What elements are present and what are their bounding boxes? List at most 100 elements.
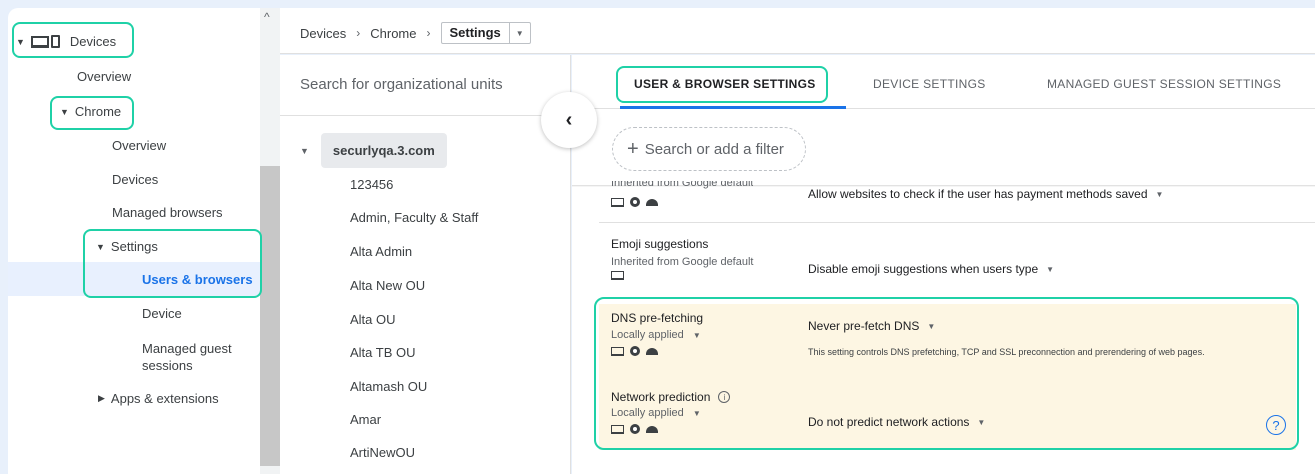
caret-down-icon: ▼	[96, 241, 105, 252]
nav-item-apps-extensions[interactable]: ▶ Apps & extensions	[98, 391, 219, 406]
dropdown-arrow-icon: ▼	[1046, 264, 1055, 274]
android-icon	[646, 425, 658, 433]
breadcrumb-settings-dropdown[interactable]: Settings ▼	[440, 22, 531, 44]
setting-source: Inherited from Google default	[611, 181, 754, 189]
settings-panel: USER & BROWSER SETTINGS DEVICE SETTINGS …	[572, 55, 1315, 474]
scroll-up-icon[interactable]: ^	[264, 10, 270, 24]
breadcrumb: Devices › Chrome › Settings ▼	[300, 22, 531, 44]
org-unit-search[interactable]: Search for organizational units	[300, 76, 503, 93]
laptop-icon	[611, 346, 624, 356]
active-tab-indicator	[620, 106, 846, 109]
setting-name: Emoji suggestions	[611, 237, 709, 251]
platform-icons	[611, 197, 658, 207]
dropdown-arrow-icon: ▼	[692, 331, 701, 340]
help-icon[interactable]: ?	[1266, 415, 1286, 435]
left-nav: ▼ Devices Overview ▼ Chrome Overview Dev…	[8, 8, 280, 474]
nav-item-overview[interactable]: Overview	[77, 69, 131, 84]
org-unit-item[interactable]: Alta New OU	[350, 278, 425, 293]
dropdown-arrow-icon: ▼	[1155, 189, 1164, 199]
tab-bar: USER & BROWSER SETTINGS DEVICE SETTINGS …	[572, 55, 1315, 109]
org-unit-item[interactable]: Alta Admin	[350, 244, 412, 259]
nav-item-settings[interactable]: ▼ Settings	[96, 239, 158, 254]
org-unit-item[interactable]: 123456	[350, 177, 393, 192]
setting-value: Never pre-fetch DNS	[808, 319, 920, 333]
platform-icons	[611, 346, 658, 356]
setting-value: Allow websites to check if the user has …	[808, 187, 1148, 201]
breadcrumb-current-label: Settings	[442, 23, 510, 43]
setting-name-wrap: Network prediction i	[611, 390, 731, 404]
setting-source: Locally applied	[611, 329, 684, 341]
setting-source-dropdown[interactable]: Locally applied ▼	[611, 407, 701, 419]
nav-item-managed-guest-sessions[interactable]: Managed guest sessions	[142, 340, 232, 374]
nav-label-settings: Settings	[110, 239, 158, 254]
breadcrumb-separator-icon: ›	[356, 26, 361, 40]
breadcrumb-bar: Devices › Chrome › Settings ▼	[280, 8, 1315, 54]
breadcrumb-devices[interactable]: Devices	[300, 26, 346, 41]
nav-label-managed-guest-1: Managed guest	[142, 341, 232, 356]
chrome-icon	[630, 346, 640, 356]
setting-name: Network prediction	[611, 390, 711, 404]
android-icon	[646, 347, 658, 355]
laptop-icon	[611, 424, 624, 434]
dropdown-arrow-icon[interactable]: ▼	[510, 29, 530, 38]
divider	[599, 222, 1315, 223]
admin-console: ▼ Devices Overview ▼ Chrome Overview Dev…	[0, 0, 1315, 474]
breadcrumb-chrome[interactable]: Chrome	[370, 26, 416, 41]
setting-source-dropdown[interactable]: Locally applied ▼	[611, 329, 701, 341]
plus-icon: +	[627, 137, 639, 160]
info-icon[interactable]: i	[718, 391, 731, 403]
org-unit-item[interactable]: Alta OU	[350, 312, 396, 327]
collapse-chevron-icon[interactable]: ‹	[541, 92, 597, 148]
nav-item-device[interactable]: Device	[142, 306, 182, 321]
setting-description: This setting controls DNS prefetching, T…	[808, 347, 1205, 357]
org-unit-item[interactable]: Alta TB OU	[350, 345, 416, 360]
nav-item-chrome-devices[interactable]: Devices	[112, 172, 158, 187]
caret-right-icon: ▶	[98, 393, 105, 403]
devices-icon	[30, 35, 60, 48]
org-unit-item[interactable]: Amar	[350, 412, 381, 427]
nav-item-devices[interactable]: ▼ Devices	[16, 34, 116, 49]
nav-item-chrome[interactable]: ▼ Chrome	[60, 104, 121, 119]
platform-icons	[611, 271, 624, 280]
nav-label-chrome: Chrome	[74, 104, 122, 119]
caret-down-icon: ▼	[60, 106, 69, 117]
nav-label-apps-extensions: Apps & extensions	[110, 391, 219, 406]
setting-value: Disable emoji suggestions when users typ…	[808, 262, 1039, 276]
org-root-item[interactable]: ▼ securlyqa.3.com	[300, 133, 447, 168]
setting-source: Locally applied	[611, 407, 684, 419]
dropdown-arrow-icon: ▼	[692, 409, 701, 418]
chrome-icon	[630, 424, 640, 434]
org-unit-item[interactable]: ArtiNewOU	[350, 445, 415, 460]
caret-down-icon[interactable]: ▼	[300, 146, 309, 156]
chrome-icon	[630, 197, 640, 207]
tab-device-settings[interactable]: DEVICE SETTINGS	[873, 77, 986, 91]
nav-item-users-browsers[interactable]: Users & browsers	[142, 272, 253, 287]
filter-label: Search or add a filter	[644, 140, 784, 158]
setting-value-dropdown[interactable]: Allow websites to check if the user has …	[808, 187, 1163, 201]
setting-value-dropdown[interactable]: Do not predict network actions ▼	[808, 415, 985, 429]
android-icon	[646, 198, 658, 206]
org-unit-item[interactable]: Admin, Faculty & Staff	[350, 210, 478, 225]
scrollbar-thumb[interactable]	[260, 166, 280, 466]
breadcrumb-separator-icon: ›	[426, 26, 431, 40]
nav-scrollbar[interactable]: ^	[260, 8, 280, 474]
nav-item-managed-browsers[interactable]: Managed browsers	[112, 205, 223, 220]
dropdown-arrow-icon: ▼	[927, 321, 936, 331]
laptop-icon	[611, 271, 624, 280]
tab-user-browser-settings[interactable]: USER & BROWSER SETTINGS	[634, 77, 816, 91]
nav-item-chrome-overview[interactable]: Overview	[112, 138, 166, 153]
filter-input[interactable]: + Search or add a filter	[612, 127, 806, 171]
caret-down-icon: ▼	[16, 36, 25, 47]
divider	[280, 115, 571, 116]
laptop-icon	[611, 197, 624, 207]
setting-value-dropdown[interactable]: Never pre-fetch DNS ▼	[808, 319, 935, 333]
setting-name: DNS pre-fetching	[611, 311, 704, 325]
setting-value-dropdown[interactable]: Disable emoji suggestions when users typ…	[808, 262, 1054, 276]
platform-icons	[611, 424, 658, 434]
nav-label-managed-guest-2: sessions	[142, 358, 193, 373]
tab-managed-guest-session-settings[interactable]: MANAGED GUEST SESSION SETTINGS	[1047, 77, 1281, 91]
org-root-label: securlyqa.3.com	[320, 133, 447, 168]
org-unit-item[interactable]: Altamash OU	[350, 379, 427, 394]
setting-source: Inherited from Google default	[611, 256, 754, 268]
dropdown-arrow-icon: ▼	[977, 417, 986, 427]
